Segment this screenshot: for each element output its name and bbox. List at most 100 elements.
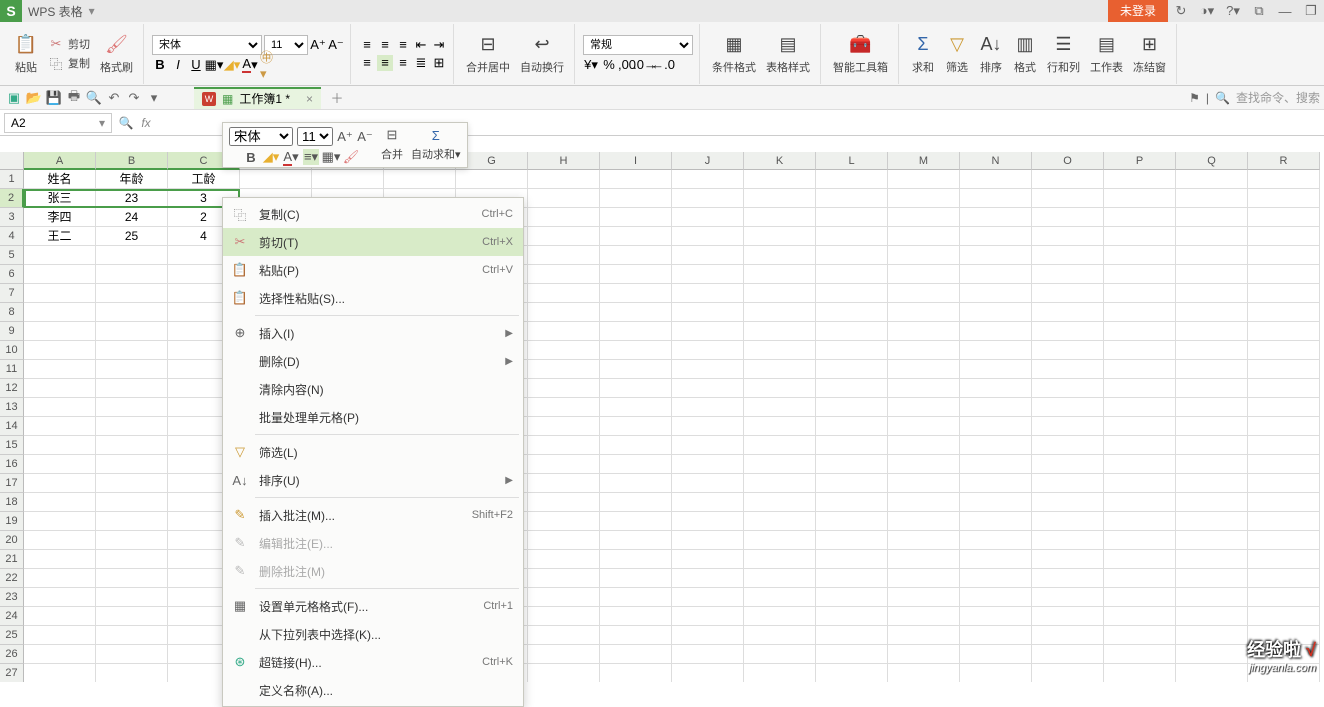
cell[interactable] <box>744 322 816 341</box>
row-header[interactable]: 11 <box>0 360 24 379</box>
cell[interactable] <box>1248 208 1320 227</box>
cell[interactable] <box>960 607 1032 626</box>
qa-preview-icon[interactable]: 🔍 <box>84 88 104 108</box>
cell[interactable] <box>960 360 1032 379</box>
cell[interactable] <box>1248 493 1320 512</box>
cell[interactable] <box>1176 398 1248 417</box>
shrink-font-icon[interactable]: A⁻ <box>328 37 344 53</box>
cell[interactable] <box>1176 531 1248 550</box>
cell[interactable] <box>672 417 744 436</box>
cell[interactable] <box>1104 474 1176 493</box>
cell[interactable] <box>888 474 960 493</box>
percent-icon[interactable]: % <box>601 57 617 73</box>
ctx-insert-comment[interactable]: ✎插入批注(M)...Shift+F2 <box>223 501 523 529</box>
cell[interactable] <box>816 626 888 645</box>
cell[interactable] <box>528 208 600 227</box>
col-header[interactable]: R <box>1248 152 1320 170</box>
cell[interactable] <box>24 398 96 417</box>
ctx-copy[interactable]: ⿻复制(C)Ctrl+C <box>223 200 523 228</box>
row-header[interactable]: 17 <box>0 474 24 493</box>
mini-bold-button[interactable]: B <box>243 149 259 165</box>
col-header[interactable]: K <box>744 152 816 170</box>
cell[interactable] <box>672 379 744 398</box>
cell[interactable] <box>960 645 1032 664</box>
cell[interactable] <box>672 531 744 550</box>
cell[interactable] <box>888 417 960 436</box>
ctx-cut[interactable]: ✂剪切(T)Ctrl+X <box>223 228 523 256</box>
justify-icon[interactable]: ≣ <box>413 55 429 71</box>
cell[interactable] <box>528 417 600 436</box>
cell[interactable] <box>600 322 672 341</box>
conditional-format-button[interactable]: ▦条件格式 <box>708 31 760 77</box>
cell[interactable] <box>1176 284 1248 303</box>
cell[interactable] <box>600 512 672 531</box>
cell[interactable] <box>744 512 816 531</box>
cell[interactable] <box>96 246 168 265</box>
row-header[interactable]: 15 <box>0 436 24 455</box>
cell[interactable] <box>1104 246 1176 265</box>
cell[interactable] <box>528 474 600 493</box>
mini-border-button[interactable]: ▦▾ <box>323 149 339 165</box>
col-header[interactable]: M <box>888 152 960 170</box>
cell[interactable] <box>1032 512 1104 531</box>
cell[interactable] <box>1104 170 1176 189</box>
cell[interactable] <box>96 322 168 341</box>
cell[interactable] <box>96 284 168 303</box>
italic-button[interactable]: I <box>170 57 186 73</box>
font-select[interactable]: 宋体 <box>152 35 262 55</box>
cell[interactable] <box>816 265 888 284</box>
cell[interactable] <box>1176 569 1248 588</box>
cell[interactable] <box>960 417 1032 436</box>
cell[interactable] <box>1104 436 1176 455</box>
row-header[interactable]: 5 <box>0 246 24 265</box>
cell[interactable] <box>816 493 888 512</box>
cell[interactable] <box>1104 265 1176 284</box>
sum-button[interactable]: Σ求和 <box>907 31 939 77</box>
cell[interactable] <box>96 436 168 455</box>
cell[interactable] <box>1248 417 1320 436</box>
cell[interactable] <box>672 588 744 607</box>
cell[interactable] <box>744 645 816 664</box>
cell[interactable] <box>672 569 744 588</box>
cell[interactable] <box>1032 170 1104 189</box>
cell[interactable] <box>888 265 960 284</box>
cell[interactable] <box>960 303 1032 322</box>
row-header[interactable]: 14 <box>0 417 24 436</box>
cell[interactable] <box>528 170 600 189</box>
pin-icon[interactable]: ⧉ <box>1246 0 1272 22</box>
cell[interactable] <box>1248 360 1320 379</box>
cell[interactable] <box>528 341 600 360</box>
row-header[interactable]: 25 <box>0 626 24 645</box>
cell[interactable] <box>1176 512 1248 531</box>
cell[interactable] <box>960 208 1032 227</box>
cell[interactable] <box>888 645 960 664</box>
cell[interactable] <box>96 303 168 322</box>
cell[interactable] <box>600 569 672 588</box>
cell[interactable] <box>816 189 888 208</box>
row-header[interactable]: 2 <box>0 189 24 208</box>
cell[interactable] <box>1104 360 1176 379</box>
cell[interactable] <box>1176 474 1248 493</box>
cell[interactable] <box>1104 569 1176 588</box>
cell[interactable] <box>960 664 1032 682</box>
cell[interactable]: 李四 <box>24 208 96 227</box>
cell[interactable] <box>960 550 1032 569</box>
cell[interactable] <box>672 398 744 417</box>
cell[interactable] <box>528 303 600 322</box>
cell[interactable] <box>960 265 1032 284</box>
cell[interactable] <box>96 265 168 284</box>
col-header[interactable]: J <box>672 152 744 170</box>
cell[interactable] <box>528 436 600 455</box>
cell[interactable] <box>1176 360 1248 379</box>
mini-align-button[interactable]: ≡▾ <box>303 149 319 165</box>
cell[interactable] <box>1176 626 1248 645</box>
cell[interactable] <box>1032 436 1104 455</box>
cell[interactable] <box>384 170 456 189</box>
currency-icon[interactable]: ¥▾ <box>583 57 599 73</box>
cell[interactable] <box>24 455 96 474</box>
cell[interactable] <box>744 436 816 455</box>
cell[interactable] <box>1104 208 1176 227</box>
cell[interactable] <box>24 531 96 550</box>
cell[interactable] <box>816 588 888 607</box>
col-header[interactable]: P <box>1104 152 1176 170</box>
